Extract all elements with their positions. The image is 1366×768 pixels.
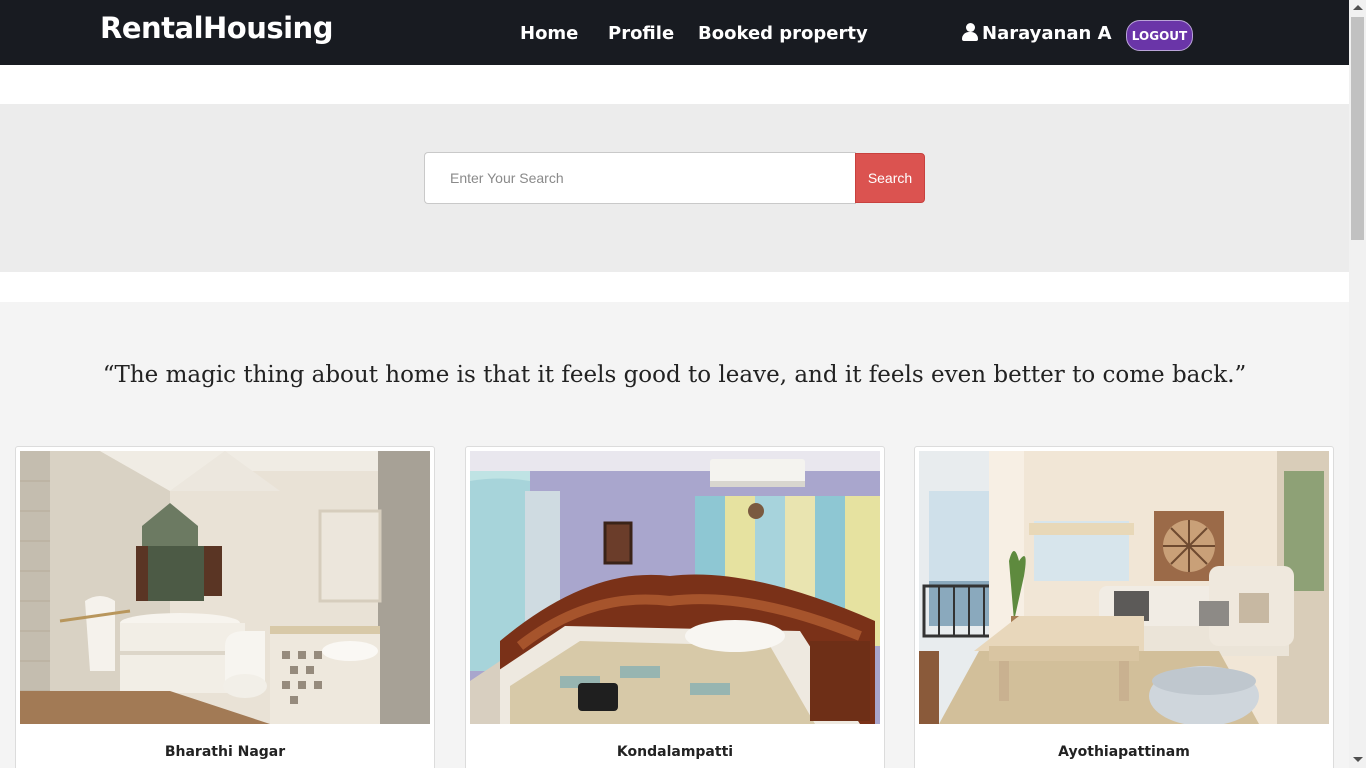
property-photo-bathroom[interactable] [20,451,430,724]
nav-link-booked-property[interactable]: Booked property [698,23,868,44]
property-photo-bedroom[interactable] [470,451,880,724]
search-button[interactable]: Search [855,153,925,203]
nav-link-home[interactable]: Home [520,23,578,44]
property-name[interactable]: Bharathi Nagar [16,744,434,760]
user-name: Narayanan A [982,23,1112,44]
nav-link-profile[interactable]: Profile [608,23,674,44]
scroll-up-arrow-icon[interactable] [1353,5,1363,10]
property-name[interactable]: Ayothiapattinam [915,744,1333,760]
brand-logo[interactable]: RentalHousing [100,11,333,45]
property-name[interactable]: Kondalampatti [466,744,884,760]
property-card[interactable]: Kondalampatti [465,446,885,768]
quote-text: “The magic thing about home is that it f… [102,362,1247,388]
search-input[interactable] [424,152,856,204]
property-card[interactable]: Ayothiapattinam [914,446,1334,768]
scrollbar-thumb[interactable] [1351,17,1364,240]
property-card[interactable]: Bharathi Nagar [15,446,435,768]
property-photo-living-room[interactable] [919,451,1329,724]
scroll-down-arrow-icon[interactable] [1353,757,1363,762]
logout-button[interactable]: LOGOUT [1126,20,1193,51]
user-menu[interactable]: Narayanan A [962,23,1112,44]
user-icon [962,23,978,41]
navbar: RentalHousing Home Profile Booked proper… [0,0,1349,65]
